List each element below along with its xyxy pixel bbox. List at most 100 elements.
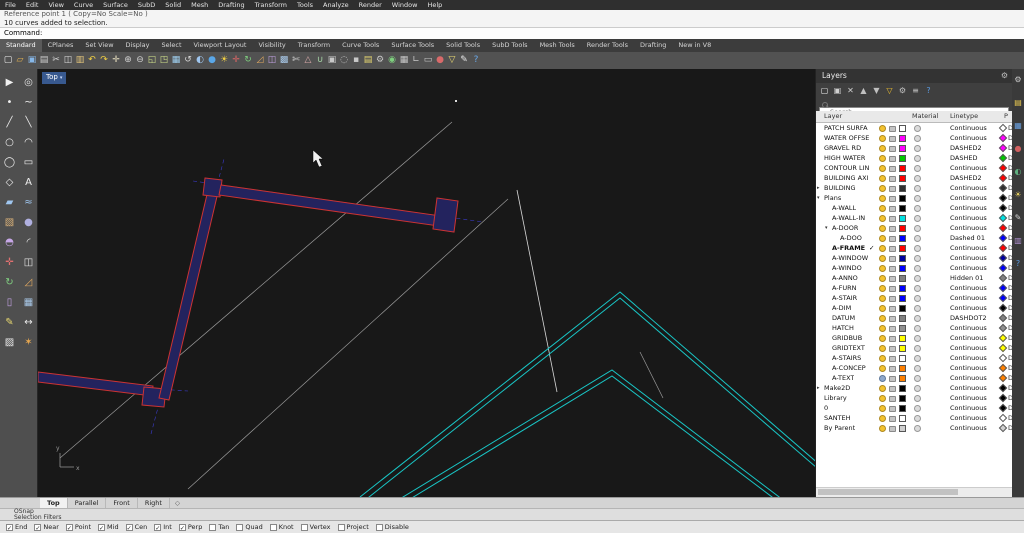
layer-lock-icon[interactable] — [889, 236, 896, 242]
layer-visibility-bulb-icon[interactable] — [879, 145, 886, 152]
layer-color-swatch[interactable] — [899, 195, 906, 202]
osnap-toggle-int[interactable]: ✓ Int — [154, 523, 172, 532]
layer-lock-icon[interactable] — [889, 336, 896, 342]
layer-visibility-bulb-icon[interactable] — [879, 165, 886, 172]
layers-help-icon[interactable]: ? — [923, 85, 934, 96]
layer-name[interactable]: DATUM — [832, 313, 855, 323]
curve-tools-icon[interactable]: ✎ — [0, 313, 19, 333]
print-color-diamond[interactable] — [998, 303, 1008, 313]
layer-material-swatch[interactable] — [914, 245, 921, 252]
print-color-diamond[interactable] — [998, 323, 1008, 333]
print-color-diamond[interactable] — [998, 123, 1008, 133]
environment-panel-icon[interactable]: ◐ — [1013, 167, 1023, 177]
layer-lock-icon[interactable] — [889, 316, 896, 322]
rotate-icon[interactable]: ↻ — [242, 54, 254, 67]
layer-lock-icon[interactable] — [889, 156, 896, 162]
layer-color-swatch[interactable] — [899, 165, 906, 172]
layer-name[interactable]: A-DOOR — [832, 223, 858, 233]
pan-icon[interactable]: ✛ — [110, 54, 122, 67]
viewport-tab-parallel[interactable]: Parallel — [68, 498, 107, 508]
print-color-diamond[interactable] — [998, 253, 1008, 263]
osnap-toggle-point[interactable]: ✓ Point — [65, 523, 91, 532]
undo-icon[interactable]: ↶ — [86, 54, 98, 67]
layer-name[interactable]: A-DOO — [840, 233, 862, 243]
filter-icon[interactable]: ▽ — [446, 54, 458, 67]
layer-visibility-bulb-icon[interactable] — [879, 255, 886, 262]
osnap-toggle-quad[interactable]: Quad — [236, 523, 263, 531]
layer-visibility-bulb-icon[interactable] — [879, 325, 886, 332]
select-icon[interactable]: ▶ — [0, 73, 19, 93]
scale-icon[interactable]: ◿ — [254, 54, 266, 67]
collapse-icon[interactable]: ▾ — [817, 193, 820, 203]
hatch-icon[interactable]: ▨ — [0, 333, 19, 353]
curve-icon[interactable]: ~ — [19, 93, 38, 113]
layer-name[interactable]: Library — [824, 393, 847, 403]
panel-menu-icon[interactable]: ⚙ — [1001, 69, 1008, 83]
layer-row[interactable]: GRIDTEXT Continuous D — [816, 343, 1012, 353]
checkbox-icon[interactable] — [375, 523, 383, 531]
print-color-diamond[interactable] — [998, 273, 1008, 283]
collapse-icon[interactable]: ▾ — [825, 223, 828, 233]
menu-file[interactable]: File — [0, 0, 21, 10]
menu-drafting[interactable]: Drafting — [213, 0, 249, 10]
layer-material-swatch[interactable] — [914, 235, 921, 242]
layer-visibility-bulb-icon[interactable] — [879, 305, 886, 312]
print-color-diamond[interactable] — [998, 173, 1008, 183]
layer-visibility-bulb-icon[interactable] — [879, 195, 886, 202]
toolbar-tab-viewport-layout[interactable]: Viewport Layout — [188, 39, 253, 52]
menu-edit[interactable]: Edit — [21, 0, 44, 10]
layer-lock-icon[interactable] — [889, 256, 896, 262]
layer-color-swatch[interactable] — [899, 315, 906, 322]
hide-icon[interactable]: ◌ — [338, 54, 350, 67]
interior-wall-line[interactable] — [356, 375, 815, 497]
trim-icon[interactable]: ✄ — [290, 54, 302, 67]
layer-name[interactable]: A-STAIR — [832, 293, 857, 303]
layer-row[interactable]: WATER OFFSE Continuous D — [816, 133, 1012, 143]
surface-icon[interactable]: ▰ — [0, 193, 19, 213]
layer-material-swatch[interactable] — [914, 175, 921, 182]
layer-name[interactable]: 0 — [824, 403, 828, 413]
layer-name[interactable]: CONTOUR LIN — [824, 163, 869, 173]
layer-color-swatch[interactable] — [899, 185, 906, 192]
layer-visibility-bulb-icon[interactable] — [879, 425, 886, 432]
box-icon[interactable]: ▧ — [0, 213, 19, 233]
mirror-icon[interactable]: ▯ — [0, 293, 19, 313]
checkbox-icon[interactable]: ✓ — [154, 523, 162, 532]
layer-row[interactable]: A-ANNO Hidden 01 D — [816, 273, 1012, 283]
new-file-icon[interactable]: ▢ — [2, 54, 14, 67]
layer-material-swatch[interactable] — [914, 345, 921, 352]
display-panel-icon[interactable]: ▦ — [1013, 121, 1023, 131]
layer-material-swatch[interactable] — [914, 385, 921, 392]
layer-row[interactable]: A-WINDO Continuous D — [816, 263, 1012, 273]
layer-row[interactable]: By Parent Continuous D — [816, 423, 1012, 433]
layer-row[interactable]: 0 Continuous D — [816, 403, 1012, 413]
layer-linetype[interactable]: Continuous — [950, 213, 987, 223]
properties-icon[interactable]: ⚙ — [374, 54, 386, 67]
list-view-icon[interactable]: ≡ — [910, 85, 921, 96]
print-color-diamond[interactable] — [998, 343, 1008, 353]
layer-visibility-bulb-icon[interactable] — [879, 155, 886, 162]
toolbar-tab-display[interactable]: Display — [120, 39, 156, 52]
layer-visibility-bulb-icon[interactable] — [879, 375, 886, 382]
explode-icon[interactable]: ✶ — [19, 333, 38, 353]
layer-material-swatch[interactable] — [914, 285, 921, 292]
layer-row[interactable]: SANTEH Continuous D — [816, 413, 1012, 423]
layer-name[interactable]: WATER OFFSE — [824, 133, 869, 143]
layer-linetype[interactable]: Continuous — [950, 383, 987, 393]
osnap-toggle-mid[interactable]: ✓ Mid — [98, 523, 119, 532]
layer-visibility-bulb-icon[interactable] — [879, 185, 886, 192]
print-color-diamond[interactable] — [998, 133, 1008, 143]
layer-visibility-bulb-icon[interactable] — [879, 335, 886, 342]
layer-linetype[interactable]: Continuous — [950, 163, 987, 173]
wall-segment[interactable] — [158, 185, 220, 401]
planar-icon[interactable]: ▭ — [422, 54, 434, 67]
interior-wall-line[interactable] — [352, 369, 815, 497]
toolbar-tab-set-view[interactable]: Set View — [79, 39, 119, 52]
properties-panel-icon[interactable]: ⚙ — [1013, 75, 1023, 85]
help-icon[interactable]: ? — [470, 54, 482, 67]
zoom-extents-icon[interactable]: ◳ — [158, 54, 170, 67]
print-color-diamond[interactable] — [998, 333, 1008, 343]
osnap-toggle-vertex[interactable]: Vertex — [300, 523, 331, 531]
command-history[interactable]: Reference point 1 ( Copy=No Scale=No ) 1… — [0, 10, 1024, 40]
layer-name[interactable]: A-WINDO — [832, 263, 862, 273]
